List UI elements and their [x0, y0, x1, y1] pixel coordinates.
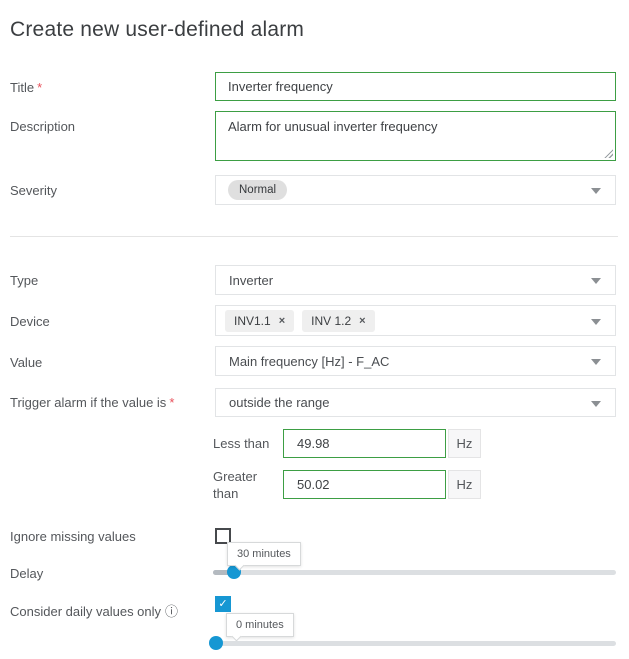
tooltip-arrow-icon	[232, 632, 242, 642]
daily-only-label-text: Consider daily values only	[10, 604, 161, 619]
trigger-condition-select[interactable]: outside the range	[215, 388, 616, 417]
device-chip: INV1.1 ×	[225, 310, 294, 332]
chevron-down-icon	[591, 188, 601, 194]
daily-slider[interactable]	[213, 641, 616, 646]
info-icon[interactable]: ⓘ	[165, 604, 178, 619]
type-selected-value: Inverter	[229, 273, 273, 288]
trigger-selected-value: outside the range	[229, 395, 329, 410]
less-than-input[interactable]	[283, 429, 446, 458]
title-input[interactable]	[215, 72, 616, 101]
chevron-down-icon	[591, 359, 601, 365]
type-select[interactable]: Inverter	[215, 265, 616, 295]
less-than-label: Less than	[213, 436, 269, 451]
device-chip-label: INV 1.2	[311, 315, 351, 327]
create-alarm-form: Create new user-defined alarm Title* Des…	[0, 0, 629, 659]
checkmark-icon: ✓	[218, 599, 227, 610]
trigger-label-text: Trigger alarm if the value is	[10, 395, 166, 410]
delay-tooltip-text: 30 minutes	[237, 548, 291, 560]
delay-slider[interactable]	[213, 570, 616, 575]
chevron-down-icon	[591, 401, 601, 407]
trigger-label: Trigger alarm if the value is*	[10, 395, 174, 410]
title-label-text: Title	[10, 80, 34, 95]
remove-chip-icon[interactable]: ×	[279, 315, 285, 327]
daily-only-checkbox[interactable]: ✓	[215, 596, 231, 612]
delay-value-tooltip: 30 minutes	[227, 542, 301, 566]
required-asterisk: *	[169, 395, 174, 410]
less-than-unit: Hz	[448, 429, 481, 458]
value-label: Value	[10, 355, 42, 370]
severity-label: Severity	[10, 183, 57, 198]
page-title: Create new user-defined alarm	[10, 18, 304, 42]
required-asterisk: *	[37, 80, 42, 95]
device-select[interactable]: INV1.1 × INV 1.2 ×	[215, 305, 616, 336]
daily-only-label: Consider daily values only ⓘ	[10, 601, 178, 620]
daily-tooltip-text: 0 minutes	[236, 619, 284, 631]
description-textarea[interactable]: Alarm for unusual inverter frequency	[215, 111, 616, 161]
device-chip-label: INV1.1	[234, 315, 271, 327]
chevron-down-icon	[591, 278, 601, 284]
greater-than-unit: Hz	[448, 470, 481, 499]
delay-label: Delay	[10, 566, 43, 581]
remove-chip-icon[interactable]: ×	[359, 315, 365, 327]
value-select[interactable]: Main frequency [Hz] - F_AC	[215, 346, 616, 376]
severity-badge: Normal	[228, 180, 287, 200]
daily-slider-thumb[interactable]	[209, 636, 223, 650]
chevron-down-icon	[591, 319, 601, 325]
title-label: Title*	[10, 80, 42, 95]
device-chip: INV 1.2 ×	[302, 310, 374, 332]
greater-than-input[interactable]	[283, 470, 446, 499]
description-label: Description	[10, 119, 75, 134]
device-label: Device	[10, 314, 50, 329]
section-divider	[10, 236, 618, 237]
greater-than-label: Greater than	[213, 468, 268, 502]
value-selected-value: Main frequency [Hz] - F_AC	[229, 354, 389, 369]
severity-select[interactable]: Normal	[215, 175, 616, 205]
daily-value-tooltip: 0 minutes	[226, 613, 294, 637]
type-label: Type	[10, 273, 38, 288]
ignore-missing-label: Ignore missing values	[10, 529, 136, 544]
